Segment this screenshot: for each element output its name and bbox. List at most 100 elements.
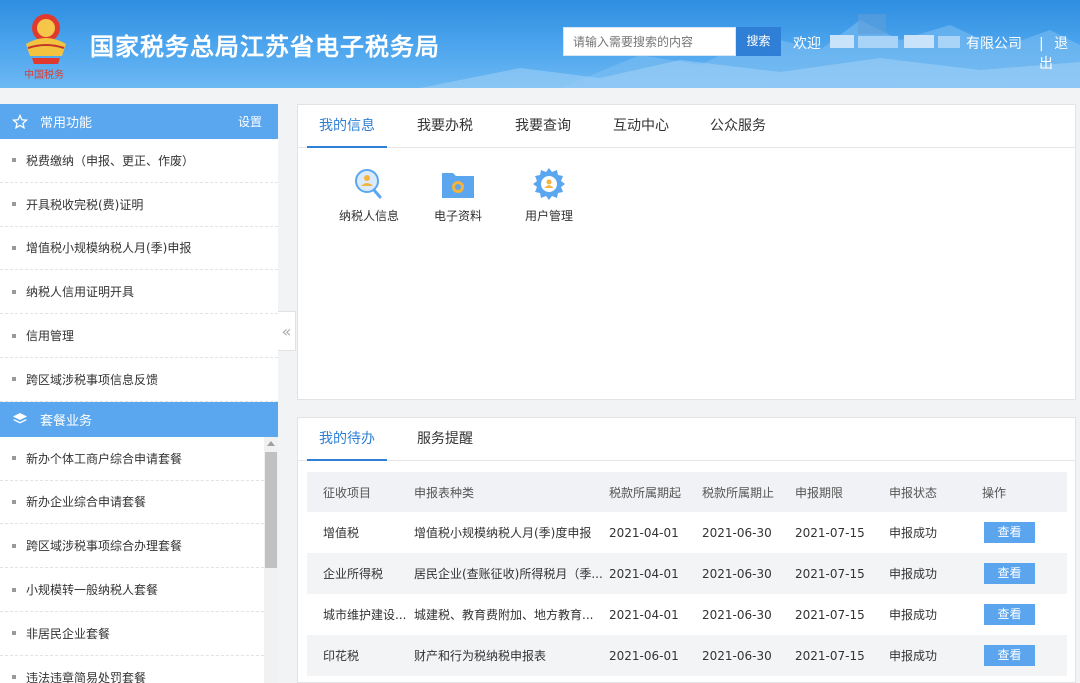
- company-suffix: 有限公司: [966, 36, 1022, 52]
- tax-emblem-icon: 中国税务: [24, 14, 66, 80]
- cell-end: 2021-06-30: [702, 648, 772, 663]
- user-management-shortcut[interactable]: 用户管理: [499, 167, 599, 224]
- bullet-icon: [12, 333, 16, 338]
- settings-link[interactable]: 设置: [238, 113, 262, 130]
- sidebar-item-tax-certificate[interactable]: 开具税收完税(费)证明: [0, 183, 278, 227]
- packages-title: 套餐业务: [40, 413, 93, 429]
- col-header: 申报期限: [795, 485, 844, 500]
- bullet-icon: [12, 245, 16, 250]
- cell-status: 申报成功: [889, 608, 938, 622]
- cell-deadline: 2021-07-15: [795, 566, 865, 581]
- sidebar-item-pkg-individual[interactable]: 新办个体工商户综合申请套餐: [0, 437, 264, 481]
- view-button[interactable]: 查看: [984, 645, 1035, 666]
- info-panel: 我的信息 我要办税 我要查询 互动中心 公众服务 纳税人信息 电子资料 用户管理: [297, 104, 1076, 400]
- bullet-icon: [12, 499, 16, 504]
- table-header-row: 征收项目 申报表种类 税款所属期起 税款所属期止 申报期限 申报状态 操作: [307, 472, 1067, 512]
- sidebar-item-label: 小规模转一般纳税人套餐: [26, 583, 159, 598]
- tab-tax-handling[interactable]: 我要办税: [405, 105, 485, 148]
- common-functions-list: 税费缴纳（申报、更正、作废） 开具税收完税(费)证明 增值税小规模纳税人月(季)…: [0, 139, 278, 402]
- cell-start: 2021-04-01: [609, 607, 679, 622]
- col-header: 征收项目: [323, 485, 372, 500]
- main-tabs: 我的信息 我要办税 我要查询 互动中心 公众服务: [298, 105, 1075, 148]
- cell-status: 申报成功: [889, 649, 938, 663]
- view-button[interactable]: 查看: [984, 563, 1035, 584]
- welcome-text: 欢迎: [793, 33, 821, 53]
- bullet-icon: [12, 202, 16, 207]
- bullet-icon: [12, 456, 16, 461]
- cell-end: 2021-06-30: [702, 525, 772, 540]
- sidebar-item-pkg-cross-region[interactable]: 跨区域涉税事项综合办理套餐: [0, 524, 264, 569]
- bullet-icon: [12, 377, 16, 382]
- view-button[interactable]: 查看: [984, 522, 1035, 543]
- header-separator: |: [1039, 36, 1044, 52]
- tab-my-info[interactable]: 我的信息: [307, 105, 387, 148]
- sidebar-item-pkg-nonresident[interactable]: 非居民企业套餐: [0, 612, 264, 656]
- common-functions-title: 常用功能: [40, 116, 93, 131]
- cell-start: 2021-04-01: [609, 525, 679, 540]
- sidebar-item-cross-region-feedback[interactable]: 跨区域涉税事项信息反馈: [0, 358, 278, 402]
- sidebar-item-label: 纳税人信用证明开具: [26, 285, 135, 300]
- e-documents-label: 电子资料: [433, 209, 482, 223]
- top-header: 中国税务 国家税务总局江苏省电子税务局 搜索 欢迎 有限公司 | 退出: [0, 0, 1080, 88]
- sidebar-scrollbar[interactable]: [264, 436, 278, 683]
- cell-start: 2021-04-01: [609, 566, 679, 581]
- bullet-icon: [12, 289, 16, 294]
- layers-icon: [13, 413, 27, 424]
- site-title: 国家税务总局江苏省电子税务局: [90, 33, 440, 61]
- sidebar-item-credit-certificate[interactable]: 纳税人信用证明开具: [0, 270, 278, 315]
- cell-end: 2021-06-30: [702, 607, 772, 622]
- sidebar-item-pkg-enterprise[interactable]: 新办企业综合申请套餐: [0, 481, 264, 525]
- sidebar-item-credit-management[interactable]: 信用管理: [0, 314, 278, 358]
- collapse-sidebar-button[interactable]: «: [278, 311, 296, 351]
- tab-service-reminder[interactable]: 服务提醒: [405, 418, 485, 461]
- tab-public-service[interactable]: 公众服务: [698, 105, 778, 148]
- cell-form: 居民企业(查账征收)所得税月（季...: [414, 567, 603, 581]
- sidebar-item-label: 新办企业综合申请套餐: [26, 495, 147, 510]
- sidebar-item-pkg-penalty[interactable]: 违法违章简易处罚套餐: [0, 656, 264, 683]
- scroll-thumb[interactable]: [265, 451, 277, 568]
- cell-item: 增值税: [323, 526, 360, 540]
- cell-end: 2021-06-30: [702, 566, 772, 581]
- tab-query[interactable]: 我要查询: [503, 105, 583, 148]
- view-button[interactable]: 查看: [984, 604, 1035, 625]
- table-row: 增值税 增值税小规模纳税人月(季)度申报 2021-04-01 2021-06-…: [307, 512, 1067, 553]
- sidebar-item-label: 开具税收完税(费)证明: [26, 197, 144, 212]
- cell-form: 城建税、教育费附加、地方教育...: [414, 608, 594, 622]
- cell-deadline: 2021-07-15: [795, 525, 865, 540]
- sidebar-item-label: 跨区域涉税事项综合办理套餐: [26, 539, 183, 554]
- bullet-icon: [12, 631, 16, 636]
- folder-icon: [442, 173, 474, 198]
- table-row: 印花税 财产和行为税纳税申报表 2021-06-01 2021-06-30 20…: [307, 635, 1067, 676]
- sidebar-item-label: 增值税小规模纳税人月(季)申报: [26, 241, 192, 256]
- sidebar-item-tax-payment[interactable]: 税费缴纳（申报、更正、作废）: [0, 139, 278, 183]
- cell-status: 申报成功: [889, 567, 938, 581]
- search-input[interactable]: [563, 27, 736, 56]
- e-documents-shortcut[interactable]: 电子资料: [408, 167, 508, 224]
- taxpayer-info-shortcut[interactable]: 纳税人信息: [319, 167, 419, 224]
- search-button[interactable]: 搜索: [736, 27, 781, 56]
- taxpayer-info-icon: [355, 169, 382, 199]
- cell-item: 企业所得税: [323, 567, 384, 581]
- col-header: 税款所属期止: [702, 485, 775, 500]
- sidebar-item-vat-small-scale[interactable]: 增值税小规模纳税人月(季)申报: [0, 227, 278, 271]
- sidebar-item-label: 非居民企业套餐: [26, 626, 111, 641]
- common-functions-header: 常用功能 设置: [0, 104, 278, 139]
- sidebar-item-label: 新办个体工商户综合申请套餐: [26, 451, 183, 466]
- cell-deadline: 2021-07-15: [795, 607, 865, 622]
- sidebar-item-label: 违法违章简易处罚套餐: [26, 670, 147, 683]
- tab-my-todo[interactable]: 我的待办: [307, 418, 387, 461]
- sidebar-item-pkg-small-to-general[interactable]: 小规模转一般纳税人套餐: [0, 568, 264, 612]
- logout-group: | 退出: [1039, 33, 1080, 73]
- col-header: 申报状态: [889, 485, 938, 500]
- todo-tabs: 我的待办 服务提醒: [298, 418, 1075, 461]
- table-row: 企业所得税 居民企业(查账征收)所得税月（季... 2021-04-01 202…: [307, 553, 1067, 594]
- cell-start: 2021-06-01: [609, 648, 679, 663]
- scroll-up-icon[interactable]: [267, 440, 275, 446]
- tab-interaction[interactable]: 互动中心: [601, 105, 681, 148]
- logout-link[interactable]: 退出: [1039, 36, 1068, 72]
- star-icon: [12, 113, 28, 129]
- sidebar-item-label: 信用管理: [26, 329, 75, 344]
- double-chevron-left-icon: «: [281, 321, 292, 341]
- col-header: 申报表种类: [414, 485, 475, 500]
- col-header: 操作: [982, 485, 1007, 500]
